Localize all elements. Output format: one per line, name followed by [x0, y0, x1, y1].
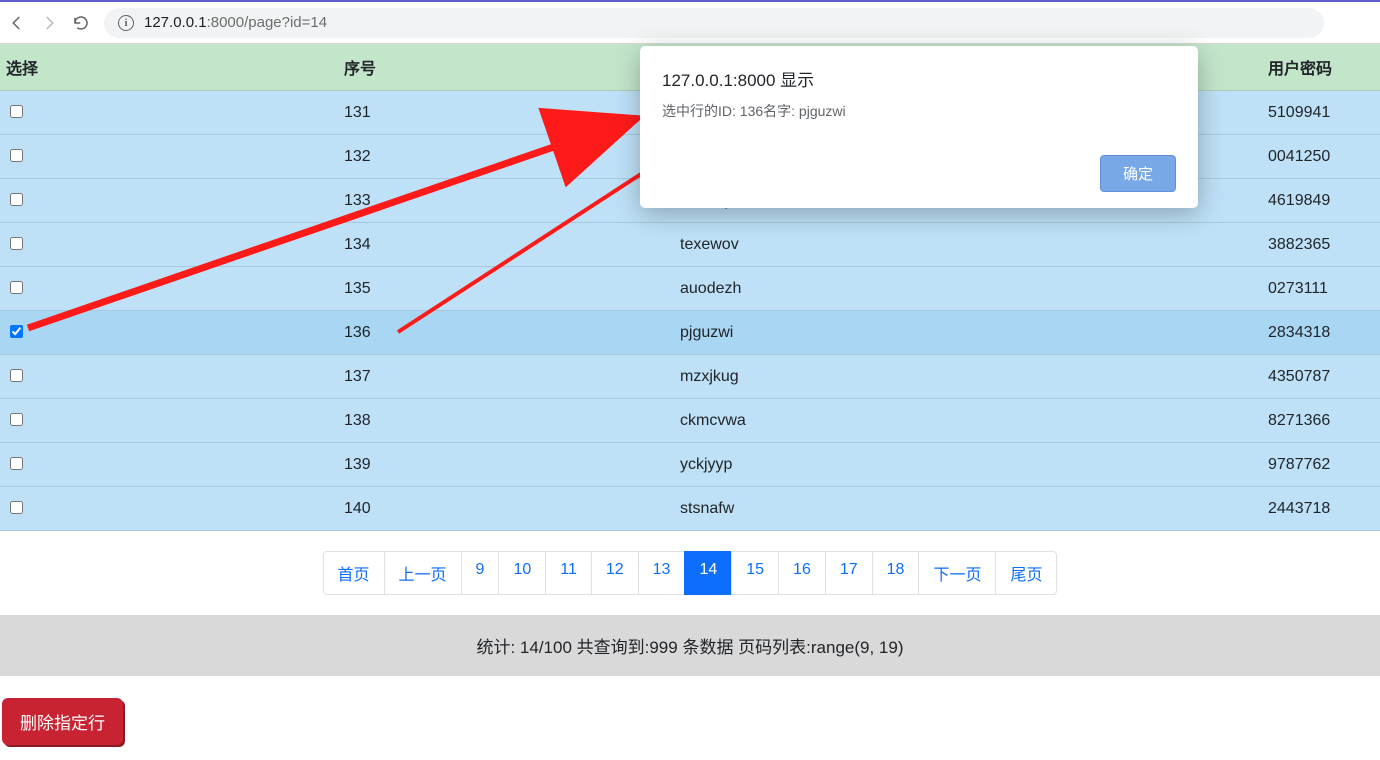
reload-icon: [72, 14, 90, 32]
cell-name: yckjyyp: [672, 443, 1260, 487]
alert-dialog: 127.0.0.1:8000 显示 选中行的ID: 136名字: pjguzwi…: [640, 46, 1198, 208]
table-row[interactable]: 138ckmcvwa8271366: [0, 399, 1380, 443]
pagination: 首页上一页9101112131415161718下一页尾页: [0, 531, 1380, 601]
table-row[interactable]: 139yckjyyp9787762: [0, 443, 1380, 487]
table-row[interactable]: 136pjguzwi2834318: [0, 311, 1380, 355]
cell-name: auodezh: [672, 267, 1260, 311]
pager-first[interactable]: 首页: [323, 551, 385, 595]
cell-pwd: 4350787: [1260, 355, 1380, 399]
url-host: 127.0.0.1: [144, 14, 207, 31]
pager-page-17[interactable]: 17: [825, 551, 873, 595]
cell-pwd: 3882365: [1260, 223, 1380, 267]
pager-page-9[interactable]: 9: [461, 551, 500, 595]
row-checkbox[interactable]: [10, 105, 23, 118]
forward-button[interactable]: [40, 14, 58, 32]
row-checkbox[interactable]: [10, 457, 23, 470]
cell-pwd: 9787762: [1260, 443, 1380, 487]
table-row[interactable]: 137mzxjkug4350787: [0, 355, 1380, 399]
pager-page-12[interactable]: 12: [591, 551, 639, 595]
arrow-right-icon: [40, 14, 58, 32]
row-checkbox[interactable]: [10, 369, 23, 382]
row-checkbox[interactable]: [10, 237, 23, 250]
table-row[interactable]: 134texewov3882365: [0, 223, 1380, 267]
cell-id: 133: [336, 179, 672, 223]
header-id: 序号: [336, 44, 672, 91]
site-info-icon[interactable]: i: [118, 15, 134, 31]
cell-id: 139: [336, 443, 672, 487]
cell-id: 132: [336, 135, 672, 179]
url-path: :8000/page?id=14: [207, 14, 328, 31]
cell-name: texewov: [672, 223, 1260, 267]
cell-pwd: 2443718: [1260, 487, 1380, 531]
pager-page-18[interactable]: 18: [872, 551, 920, 595]
cell-pwd: 0273111: [1260, 267, 1380, 311]
cell-pwd: 2834318: [1260, 311, 1380, 355]
cell-pwd: 0041250: [1260, 135, 1380, 179]
back-button[interactable]: [8, 14, 26, 32]
cell-id: 134: [336, 223, 672, 267]
cell-pwd: 4619849: [1260, 179, 1380, 223]
row-checkbox[interactable]: [10, 149, 23, 162]
cell-name: mzxjkug: [672, 355, 1260, 399]
row-checkbox[interactable]: [10, 325, 23, 338]
cell-id: 137: [336, 355, 672, 399]
cell-id: 138: [336, 399, 672, 443]
arrow-left-icon: [8, 14, 26, 32]
cell-pwd: 8271366: [1260, 399, 1380, 443]
cell-id: 135: [336, 267, 672, 311]
cell-pwd: 5109941: [1260, 91, 1380, 135]
pager-last[interactable]: 尾页: [995, 551, 1057, 595]
delete-selected-button[interactable]: 删除指定行: [2, 698, 123, 745]
row-checkbox[interactable]: [10, 281, 23, 294]
pager-page-10[interactable]: 10: [498, 551, 546, 595]
stats-bar: 统计: 14/100 共查询到:999 条数据 页码列表:range(9, 19…: [0, 615, 1380, 676]
alert-message: 选中行的ID: 136名字: pjguzwi: [662, 101, 1176, 121]
table-row[interactable]: 140stsnafw2443718: [0, 487, 1380, 531]
row-checkbox[interactable]: [10, 413, 23, 426]
browser-chrome: i 127.0.0.1:8000/page?id=14: [0, 0, 1380, 44]
table-row[interactable]: 135auodezh0273111: [0, 267, 1380, 311]
pager-page-11[interactable]: 11: [545, 551, 592, 595]
cell-name: stsnafw: [672, 487, 1260, 531]
header-pwd: 用户密码: [1260, 44, 1380, 91]
reload-button[interactable]: [72, 14, 90, 32]
row-checkbox[interactable]: [10, 193, 23, 206]
alert-ok-button[interactable]: 确定: [1100, 155, 1176, 192]
cell-id: 131: [336, 91, 672, 135]
cell-name: ckmcvwa: [672, 399, 1260, 443]
url-text: 127.0.0.1:8000/page?id=14: [144, 14, 327, 31]
pager-prev[interactable]: 上一页: [384, 551, 462, 595]
pager-page-13[interactable]: 13: [638, 551, 686, 595]
alert-actions: 确定: [662, 155, 1176, 192]
row-checkbox[interactable]: [10, 501, 23, 514]
cell-name: pjguzwi: [672, 311, 1260, 355]
address-bar[interactable]: i 127.0.0.1:8000/page?id=14: [104, 8, 1324, 38]
header-select: 选择: [0, 44, 336, 91]
cell-id: 140: [336, 487, 672, 531]
cell-id: 136: [336, 311, 672, 355]
pager-page-16[interactable]: 16: [778, 551, 826, 595]
pager-page-15[interactable]: 15: [731, 551, 779, 595]
alert-title: 127.0.0.1:8000 显示: [662, 66, 1176, 91]
pager-page-14[interactable]: 14: [684, 551, 732, 595]
pager-next[interactable]: 下一页: [918, 551, 996, 595]
